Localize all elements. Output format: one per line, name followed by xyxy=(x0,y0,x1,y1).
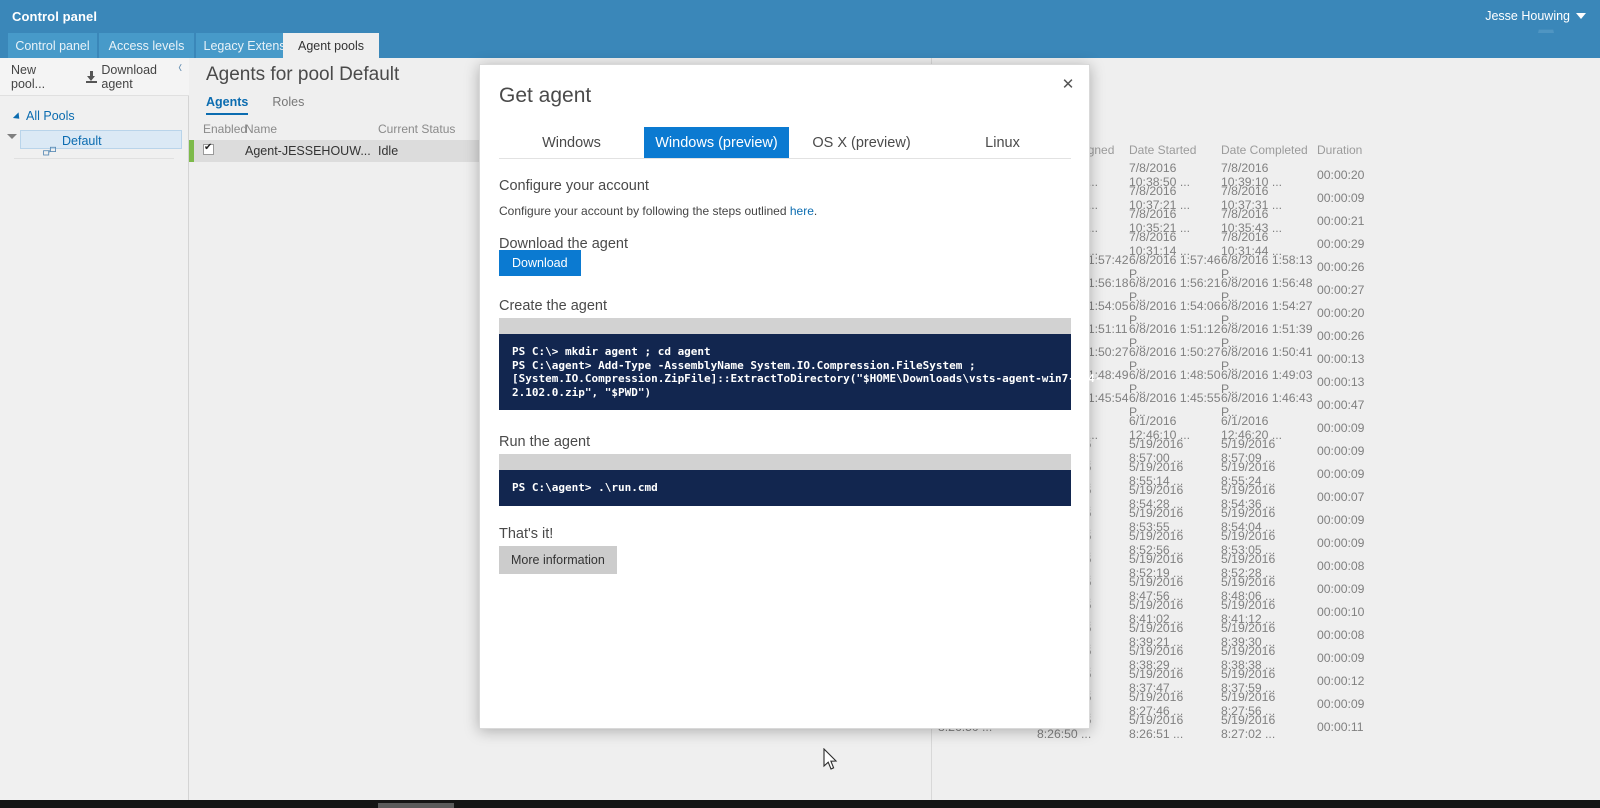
cell-duration: 00:00:26 xyxy=(1317,259,1365,274)
cell-duration: 00:00:09 xyxy=(1317,443,1365,458)
tab-access-levels[interactable]: Access levels xyxy=(99,33,195,58)
new-pool-label: New pool... xyxy=(11,62,46,91)
bg-column-header-2: Date Started xyxy=(1129,143,1197,157)
cell-duration: 00:00:47 xyxy=(1317,397,1365,412)
tab-control-panel[interactable]: Control panel xyxy=(8,33,98,58)
cell-duration: 00:00:09 xyxy=(1317,466,1365,481)
pool-icon xyxy=(43,146,56,156)
dialog-tab-windows[interactable]: Windows xyxy=(499,127,644,158)
subtab-agents[interactable]: Agents xyxy=(206,95,249,115)
cell-duration: 00:00:26 xyxy=(1317,328,1365,343)
page-title: Agents for pool Default xyxy=(206,64,400,85)
column-header-name: Name xyxy=(245,122,278,136)
enabled-checkbox-cell[interactable] xyxy=(203,142,245,158)
top-header-bar: Control panel Jesse Houwing xyxy=(0,0,1600,33)
app-root: Control panel Jesse Houwing Control pane… xyxy=(0,0,1600,808)
dialog-title: Get agent xyxy=(499,84,592,107)
subtab-roles[interactable]: Roles xyxy=(272,95,304,115)
column-header-enabled: Enabled xyxy=(203,122,248,136)
cell-duration: 00:00:08 xyxy=(1317,558,1365,573)
main-tab-strip: Control panel Access levels Legacy Extensi… xyxy=(0,33,1600,58)
done-heading: That's it! xyxy=(499,526,554,542)
pool-tree: All Pools Default xyxy=(0,96,189,159)
default-pool-label: Default xyxy=(62,134,102,148)
bottom-bar xyxy=(0,800,1600,808)
configure-text-after: . xyxy=(813,204,818,218)
row-status-indicator xyxy=(189,140,194,162)
cell-duration: 00:00:20 xyxy=(1317,305,1365,320)
bg-column-header-4: Duration xyxy=(1317,143,1363,157)
cell-duration: 00:00:13 xyxy=(1317,351,1365,366)
cell-duration: 00:00:07 xyxy=(1317,489,1365,504)
cell-duration: 00:00:09 xyxy=(1317,190,1365,205)
bottom-scrollbar-thumb[interactable] xyxy=(378,803,454,808)
triangle-collapse-icon[interactable] xyxy=(7,134,17,139)
tab-agent-pools[interactable]: Agent pools xyxy=(283,33,380,58)
sub-tab-bar: Agents Roles xyxy=(206,95,304,115)
more-information-button[interactable]: More information xyxy=(499,546,617,574)
cell-duration: 00:00:09 xyxy=(1317,696,1365,711)
cell-duration: 00:00:13 xyxy=(1317,374,1365,389)
dialog-tab-label: Linux xyxy=(985,134,1020,151)
cell-started: 5/19/2016 8:26:51 ... xyxy=(1129,712,1184,741)
cell-duration: 00:00:20 xyxy=(1317,167,1365,182)
new-pool-button[interactable]: New pool... xyxy=(11,63,72,91)
dialog-tab-linux[interactable]: Linux xyxy=(934,127,1071,158)
dialog-tab-label: Windows (preview) xyxy=(655,134,778,151)
run-agent-codeblock[interactable]: PS C:\agent> .\run.cmd xyxy=(499,454,1071,506)
get-agent-dialog: ✕ Get agent Windows Windows (preview) OS X… xyxy=(479,64,1101,729)
dialog-tab-label: OS X (preview) xyxy=(812,134,911,151)
codeblock-toolbar-2 xyxy=(499,454,1071,470)
configure-text: Configure your account by following the … xyxy=(499,204,790,218)
create-agent-codeblock[interactable]: PS C:\> mkdir agent ; cd agent PS C:\age… xyxy=(499,318,1101,410)
run-heading: Run the agent xyxy=(499,434,591,450)
cell-duration: 00:00:21 xyxy=(1317,213,1365,228)
cell-duration: 00:00:09 xyxy=(1317,420,1365,435)
cell-duration: 00:00:08 xyxy=(1317,627,1365,642)
user-name-label: Jesse Houwing xyxy=(1485,9,1570,23)
tab-label: Access levels xyxy=(108,38,185,53)
cell-duration: 00:00:09 xyxy=(1317,650,1365,665)
agent-status-cell: Idle xyxy=(378,144,399,158)
close-icon[interactable]: ✕ xyxy=(1059,76,1077,94)
user-menu[interactable]: Jesse Houwing xyxy=(1485,9,1586,23)
download-button[interactable]: Download xyxy=(499,250,581,276)
configure-heading: Configure your account xyxy=(499,178,649,194)
cell-duration: 00:00:29 xyxy=(1317,236,1365,251)
cell-duration: 00:00:11 xyxy=(1317,719,1364,734)
download-agent-label: Download agent xyxy=(101,62,157,91)
checkbox-checked-icon[interactable] xyxy=(203,142,214,155)
cell-duration: 00:00:27 xyxy=(1317,282,1365,297)
left-sidebar: New pool... Download agent ‹ All Pools D… xyxy=(0,57,189,800)
tab-label: Control panel xyxy=(15,38,90,53)
create-heading: Create the agent xyxy=(499,298,608,314)
header-title: Control panel xyxy=(12,9,98,24)
run-agent-code: PS C:\agent> .\run.cmd xyxy=(499,470,1071,506)
agent-name-cell: Agent-JESSEHOUW... xyxy=(245,144,371,158)
dialog-tab-label: Windows xyxy=(542,134,601,151)
cell-duration: 00:00:10 xyxy=(1317,604,1365,619)
chevron-left-icon[interactable]: ‹ xyxy=(178,57,182,76)
download-icon xyxy=(85,70,97,83)
create-agent-code: PS C:\> mkdir agent ; cd agent PS C:\age… xyxy=(499,334,1101,410)
configure-here-link[interactable]: here xyxy=(790,204,814,218)
tab-label: Agent pools xyxy=(297,38,365,53)
dialog-tab-windows-preview-[interactable]: Windows (preview) xyxy=(644,127,789,158)
cell-duration: 00:00:12 xyxy=(1317,673,1365,688)
configure-description: Configure your account by following the … xyxy=(499,204,817,218)
codeblock-toolbar xyxy=(499,318,1071,334)
chevron-down-icon xyxy=(1576,13,1586,19)
dialog-tab-os-x-preview-[interactable]: OS X (preview) xyxy=(789,127,934,158)
dialog-tab-bar: Windows Windows (preview) OS X (preview) Li… xyxy=(499,127,1071,159)
sidebar-toolbar: New pool... Download agent xyxy=(0,58,189,96)
cell-completed: 5/19/2016 8:27:02 ... xyxy=(1221,712,1276,741)
sidebar-divider xyxy=(14,158,174,159)
column-header-status: Current Status xyxy=(378,122,456,136)
cell-duration: 00:00:09 xyxy=(1317,581,1365,596)
download-agent-button[interactable]: Download agent xyxy=(85,62,189,91)
bg-column-header-3: Date Completed xyxy=(1221,143,1308,157)
cell-duration: 00:00:09 xyxy=(1317,512,1365,527)
cell-duration: 00:00:09 xyxy=(1317,535,1365,550)
